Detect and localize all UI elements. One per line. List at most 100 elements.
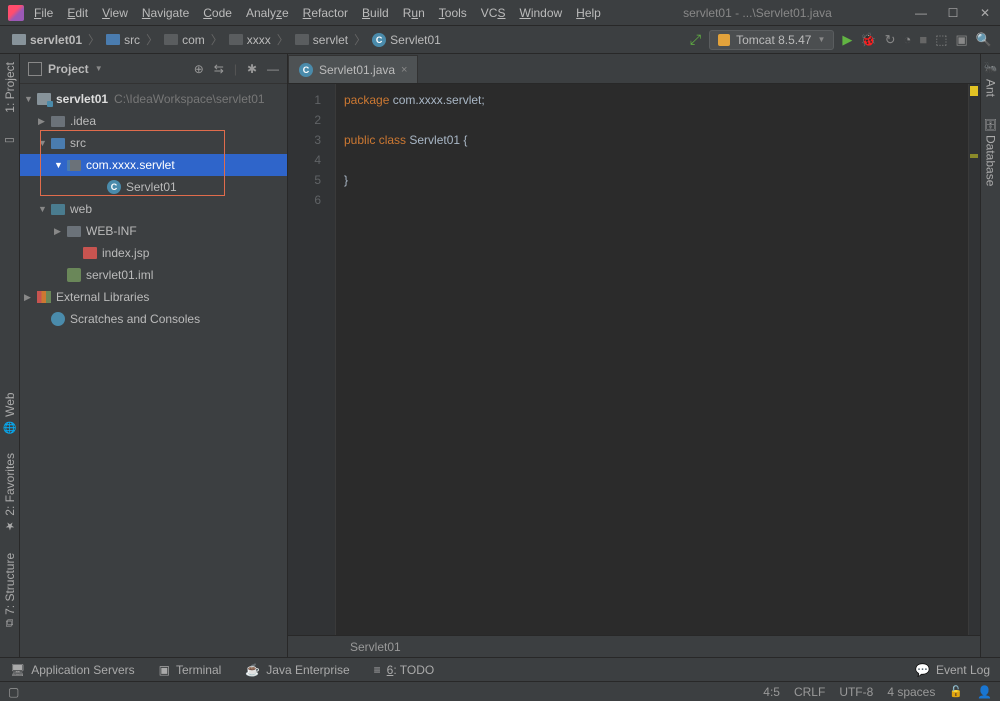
- menu-run[interactable]: Run: [403, 6, 425, 20]
- menu-vcs[interactable]: VCS: [481, 6, 506, 20]
- tree-node-iml[interactable]: servlet01.iml: [20, 264, 287, 286]
- tree-node-extlib[interactable]: External Libraries: [20, 286, 287, 308]
- tab-structure[interactable]: ⧉ 7: Structure: [3, 553, 17, 627]
- expand-toggle-icon[interactable]: [54, 226, 64, 237]
- tab-favorites[interactable]: ★ 2: Favorites: [3, 453, 17, 533]
- search-everywhere-button[interactable]: 🔍: [976, 32, 992, 48]
- tool-window-icon[interactable]: ▭: [4, 133, 14, 146]
- indent-info[interactable]: 4 spaces: [887, 685, 935, 699]
- expand-toggle-icon[interactable]: [24, 292, 34, 303]
- tool-label: Event Log: [936, 663, 990, 677]
- expand-toggle-icon[interactable]: [38, 116, 48, 127]
- build-button[interactable]: ⤢: [690, 31, 701, 48]
- panel-title[interactable]: Project: [48, 62, 89, 76]
- menu-build[interactable]: Build: [362, 6, 389, 20]
- tree-node-class[interactable]: C Servlet01: [20, 176, 287, 198]
- menu-navigate[interactable]: Navigate: [142, 6, 189, 20]
- tool-event-log[interactable]: 💬 Event Log: [915, 663, 990, 677]
- menu-view[interactable]: View: [102, 6, 128, 20]
- tree-node-webinf[interactable]: WEB-INF: [20, 220, 287, 242]
- editor-tab[interactable]: C Servlet01.java ×: [288, 55, 418, 83]
- node-label: External Libraries: [56, 290, 149, 304]
- tab-project[interactable]: 1: Project: [3, 62, 17, 113]
- code-editor[interactable]: 1 2 3 4 5 6 package com.xxxx.servlet; pu…: [288, 84, 980, 635]
- expand-toggle-icon[interactable]: [38, 204, 48, 214]
- expand-toggle-icon[interactable]: [38, 138, 48, 148]
- settings-icon[interactable]: ✱: [247, 62, 257, 76]
- memory-indicator-icon[interactable]: 👤: [977, 685, 992, 699]
- readonly-lock-icon[interactable]: 🔓: [949, 685, 963, 698]
- node-label: Scratches and Consoles: [70, 312, 200, 326]
- node-label: WEB-INF: [86, 224, 137, 238]
- tool-terminal[interactable]: ▣ Terminal: [159, 663, 222, 677]
- tab-database[interactable]: 🗄Database: [984, 117, 998, 186]
- module-icon: [12, 34, 26, 45]
- debug-button[interactable]: 🐞: [860, 32, 876, 48]
- class-icon: C: [299, 63, 313, 77]
- crumb-servlet[interactable]: servlet: [291, 31, 352, 49]
- run-configuration-selector[interactable]: Tomcat 8.5.47 ▼: [709, 30, 834, 50]
- coverage-button[interactable]: ↻: [885, 32, 896, 48]
- line-number: 6: [288, 190, 321, 210]
- expand-toggle-icon[interactable]: [24, 94, 34, 104]
- hide-icon[interactable]: —: [267, 62, 279, 76]
- layout-button[interactable]: ▣: [956, 32, 968, 48]
- menu-refactor[interactable]: Refactor: [303, 6, 348, 20]
- crumb-label: src: [124, 33, 140, 47]
- profile-button[interactable]: ◔: [904, 32, 912, 47]
- toolwindow-toggle-icon[interactable]: ▢: [8, 685, 19, 699]
- caret-position[interactable]: 4:5: [763, 685, 780, 699]
- menu-edit[interactable]: Edit: [67, 6, 88, 20]
- tool-app-servers[interactable]: 🖥 Application Servers: [10, 663, 135, 677]
- file-encoding[interactable]: UTF-8: [839, 685, 873, 699]
- run-button[interactable]: ▶: [842, 32, 852, 48]
- node-label: com.xxxx.servlet: [86, 158, 175, 172]
- menu-window[interactable]: Window: [519, 6, 562, 20]
- tab-close-icon[interactable]: ×: [401, 64, 407, 76]
- close-button[interactable]: ✕: [978, 6, 992, 20]
- window-title: servlet01 - ...\Servlet01.java: [601, 6, 914, 20]
- line-number: 5: [288, 170, 321, 190]
- line-number-gutter: 1 2 3 4 5 6: [288, 84, 336, 635]
- package-icon: [164, 34, 178, 45]
- crumb-sep-icon: 〉: [146, 31, 158, 48]
- tree-node-indexjsp[interactable]: index.jsp: [20, 242, 287, 264]
- tree-node-src[interactable]: src: [20, 132, 287, 154]
- menu-code[interactable]: Code: [203, 6, 232, 20]
- tool-java-enterprise[interactable]: ☕ Java Enterprise: [245, 663, 349, 677]
- menu-file[interactable]: FFileile: [34, 6, 53, 20]
- crumb-src[interactable]: src: [102, 31, 144, 49]
- scratches-icon: [51, 312, 65, 326]
- tree-node-web[interactable]: web: [20, 198, 287, 220]
- update-button[interactable]: ⬚: [935, 32, 947, 48]
- breadcrumb-item[interactable]: Servlet01: [350, 640, 401, 654]
- error-stripe[interactable]: [968, 84, 980, 635]
- menu-help[interactable]: Help: [576, 6, 601, 20]
- warning-marker-icon[interactable]: [970, 86, 978, 96]
- crumb-sep-icon: 〉: [88, 31, 100, 48]
- maximize-button[interactable]: ☐: [946, 6, 960, 20]
- menu-tools[interactable]: Tools: [439, 6, 467, 20]
- menu-analyze[interactable]: Analyze: [246, 6, 289, 20]
- crumb-file[interactable]: C Servlet01: [368, 31, 445, 49]
- stop-button[interactable]: ■: [919, 32, 927, 47]
- locate-icon[interactable]: ⊕: [194, 62, 204, 76]
- tree-node-root[interactable]: servlet01 C:\IdeaWorkspace\servlet01: [20, 88, 287, 110]
- tree-node-idea[interactable]: .idea: [20, 110, 287, 132]
- crumb-root[interactable]: servlet01: [8, 31, 86, 49]
- crumb-xxxx[interactable]: xxxx: [225, 31, 275, 49]
- collapse-icon[interactable]: ⇆: [214, 62, 224, 76]
- warning-marker-icon[interactable]: [970, 154, 978, 158]
- expand-toggle-icon[interactable]: [54, 160, 64, 170]
- line-separator[interactable]: CRLF: [794, 685, 825, 699]
- tool-todo[interactable]: ≡ 6: TODO 6: TODO: [374, 663, 435, 677]
- editor-breadcrumb-bar: Servlet01: [288, 635, 980, 657]
- chevron-down-icon[interactable]: ▼: [95, 64, 103, 73]
- tree-node-package[interactable]: com.xxxx.servlet: [20, 154, 287, 176]
- tab-web[interactable]: 🌐 Web: [3, 392, 17, 434]
- crumb-com[interactable]: com: [160, 31, 209, 49]
- minimize-button[interactable]: —: [914, 6, 928, 20]
- code-content[interactable]: package com.xxxx.servlet; public class S…: [336, 84, 968, 635]
- tab-ant[interactable]: 🐜Ant: [984, 62, 998, 97]
- tree-node-scratches[interactable]: Scratches and Consoles: [20, 308, 287, 330]
